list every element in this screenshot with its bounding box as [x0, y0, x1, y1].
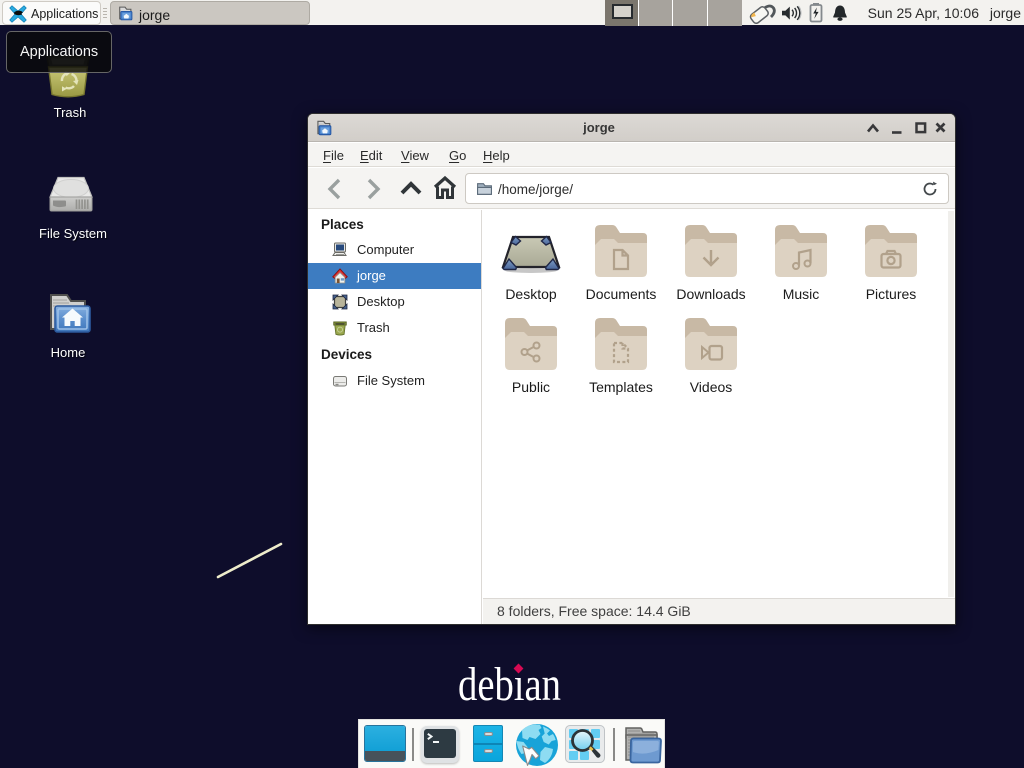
svg-text:debıan: debıan [458, 658, 561, 707]
